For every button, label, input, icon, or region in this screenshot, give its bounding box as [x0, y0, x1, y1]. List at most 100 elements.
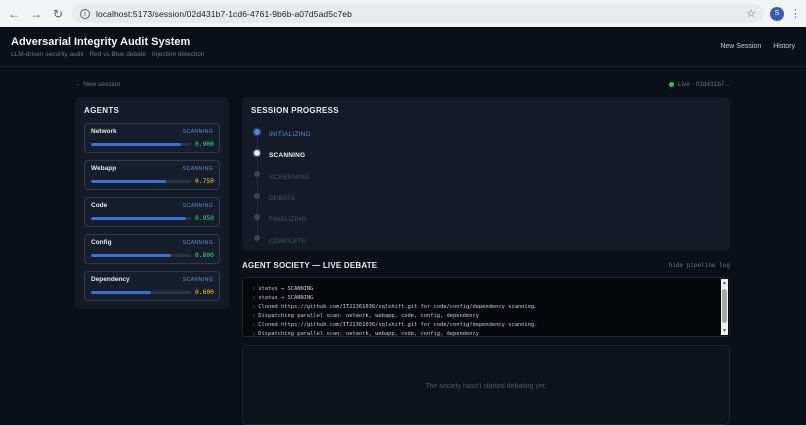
- agent-score-track: [91, 217, 191, 220]
- live-indicator: Live · 02d431b7...: [668, 80, 730, 88]
- agent-row: Code SCANNING: [91, 202, 213, 209]
- log-text: Cloned https://github.com/IT21361036/sql…: [258, 304, 538, 310]
- agent-status: SCANNING: [182, 202, 213, 209]
- agent-row: Config SCANNING: [91, 239, 213, 246]
- log-text: Dispatching parallel scan: network, weba…: [258, 313, 479, 319]
- bookmark-star-icon[interactable]: ☆: [746, 7, 756, 20]
- agent-score: 0.750: [195, 178, 214, 185]
- nav-new-session[interactable]: New Session: [720, 43, 761, 50]
- debate-empty-state: The society hasn't started debating yet.: [242, 345, 730, 425]
- address-bar[interactable]: i localhost:5173/session/02d431b7-1cd6-4…: [72, 4, 764, 23]
- agent-status: SCANNING: [182, 128, 213, 135]
- agent-card-dependency: Dependency SCANNING 0.600: [84, 271, 220, 301]
- agents-panel: AGENTS Network SCANNING 0.900 Webapp SCANNIN…: [75, 97, 229, 309]
- step-label: COMPLETE: [269, 237, 307, 245]
- log-bullet-icon: ▯: [252, 286, 256, 292]
- agent-score-row: 0.800: [91, 252, 214, 259]
- agent-score-row: 0.950: [91, 215, 214, 222]
- log-bullet-icon: ▯: [252, 304, 256, 310]
- log-bullet-icon: ▯: [252, 295, 256, 301]
- log-line: ▯ status → SCANNING: [252, 294, 720, 303]
- progress-step-debate: DEBATE: [251, 188, 721, 209]
- profile-avatar[interactable]: S: [770, 6, 784, 21]
- debate-empty-message: The society hasn't started debating yet.: [425, 382, 547, 390]
- agent-status: SCANNING: [182, 165, 213, 172]
- log-line: ▯ Dispatching parallel scan: network, web…: [252, 312, 720, 321]
- progress-step-finalizing: FINALIZING: [251, 209, 721, 230]
- step-label: FINALIZING: [269, 216, 307, 224]
- log-text: Dispatching parallel scan: network, weba…: [258, 331, 479, 337]
- agent-status: SCANNING: [182, 239, 213, 246]
- agent-score-track: [91, 291, 191, 294]
- progress-steps: INITIALIZING SCANNING SCREENING DEBATE FINAL…: [251, 124, 721, 252]
- debate-title: AGENT SOCIETY — LIVE DEBATE: [242, 261, 378, 270]
- agent-name: Webapp: [91, 165, 117, 172]
- app-header: Adversarial Integrity Audit System LLM-d…: [0, 27, 806, 67]
- agent-score-row: 0.900: [91, 141, 214, 148]
- debate-header: AGENT SOCIETY — LIVE DEBATE hide pipelin…: [242, 261, 730, 270]
- step-label: SCREENING: [269, 173, 310, 181]
- log-scrollbar[interactable]: ▲ ▼: [721, 279, 728, 335]
- scroll-down-icon[interactable]: ▼: [721, 327, 728, 335]
- step-marker-icon: [254, 171, 260, 178]
- agent-score-fill: [91, 180, 166, 183]
- forward-arrow-icon[interactable]: →: [28, 6, 44, 22]
- agent-name: Config: [91, 239, 112, 246]
- step-label: INITIALIZING: [269, 131, 311, 139]
- brand: Adversarial Integrity Audit System LLM-d…: [11, 36, 204, 58]
- agent-score-row: 0.750: [91, 178, 214, 185]
- agent-status: SCANNING: [182, 276, 213, 283]
- step-marker-icon: [254, 149, 260, 156]
- log-text: status → SCANNING: [258, 286, 314, 292]
- step-label: DEBATE: [269, 195, 296, 203]
- session-progress-panel: SESSION PROGRESS INITIALIZING SCANNING SCR…: [242, 97, 730, 251]
- pipeline-log[interactable]: ▯ status → SCANNING ▯ status → SCANNING ▯ Clo…: [242, 277, 730, 337]
- session-subbar: ← New session Live · 02d431b7...: [75, 78, 730, 90]
- agent-score-fill: [91, 291, 151, 294]
- browser-toolbar: ← → ↻ i localhost:5173/session/02d431b7-…: [0, 0, 806, 27]
- agent-name: Code: [91, 202, 108, 209]
- agent-card-config: Config SCANNING 0.800: [84, 234, 220, 264]
- site-info-icon[interactable]: i: [80, 8, 90, 19]
- reload-icon[interactable]: ↻: [50, 6, 66, 22]
- step-marker-icon: [254, 128, 260, 135]
- agent-score-track: [91, 143, 191, 146]
- log-bullet-icon: ▯: [252, 331, 256, 337]
- agent-card-code: Code SCANNING 0.950: [84, 197, 220, 227]
- progress-step-complete: COMPLETE: [251, 230, 721, 251]
- log-bullet-icon: ▯: [252, 322, 256, 328]
- header-nav: New Session History: [720, 43, 795, 50]
- log-text: Cloned https://github.com/IT21361036/sql…: [258, 322, 538, 328]
- log-line: ▯ Cloned https://github.com/IT21361036/sq…: [252, 321, 720, 330]
- log-line: ▯ status → SCANNING: [252, 285, 720, 294]
- browser-menu-icon[interactable]: ⋮: [790, 7, 801, 20]
- nav-history[interactable]: History: [773, 43, 795, 50]
- agent-card-network: Network SCANNING 0.900: [84, 123, 220, 153]
- hide-pipeline-log-button[interactable]: hide pipeline log: [669, 262, 730, 269]
- agent-row: Dependency SCANNING: [91, 276, 213, 283]
- agent-row: Webapp SCANNING: [91, 165, 213, 172]
- live-session-label: Live · 02d431b7...: [677, 80, 730, 88]
- agent-score-fill: [91, 143, 181, 146]
- url-text[interactable]: localhost:5173/session/02d431b7-1cd6-476…: [96, 9, 740, 19]
- step-label: SCANNING: [269, 152, 306, 160]
- agent-score-fill: [91, 254, 171, 257]
- agent-score: 0.900: [195, 141, 214, 148]
- back-arrow-icon[interactable]: ←: [6, 6, 22, 22]
- agent-score-track: [91, 254, 191, 257]
- log-line: ▯ Cloned https://github.com/IT21361036/sq…: [252, 303, 720, 312]
- scroll-up-icon[interactable]: ▲: [721, 279, 728, 287]
- scroll-thumb[interactable]: [722, 289, 727, 323]
- agent-name: Dependency: [91, 276, 130, 283]
- agent-score-track: [91, 180, 191, 183]
- back-new-session-link[interactable]: ← New session: [75, 81, 120, 88]
- log-bullet-icon: ▯: [252, 313, 256, 319]
- step-marker-icon: [254, 235, 260, 242]
- log-line: ▯ Dispatching parallel scan: network, web…: [252, 330, 720, 337]
- agent-card-webapp: Webapp SCANNING 0.750: [84, 160, 220, 190]
- progress-step-scanning: SCANNING: [251, 145, 721, 166]
- agent-row: Network SCANNING: [91, 128, 213, 135]
- step-marker-icon: [254, 213, 260, 220]
- step-marker-icon: [254, 192, 260, 199]
- progress-step-screening: SCREENING: [251, 167, 721, 188]
